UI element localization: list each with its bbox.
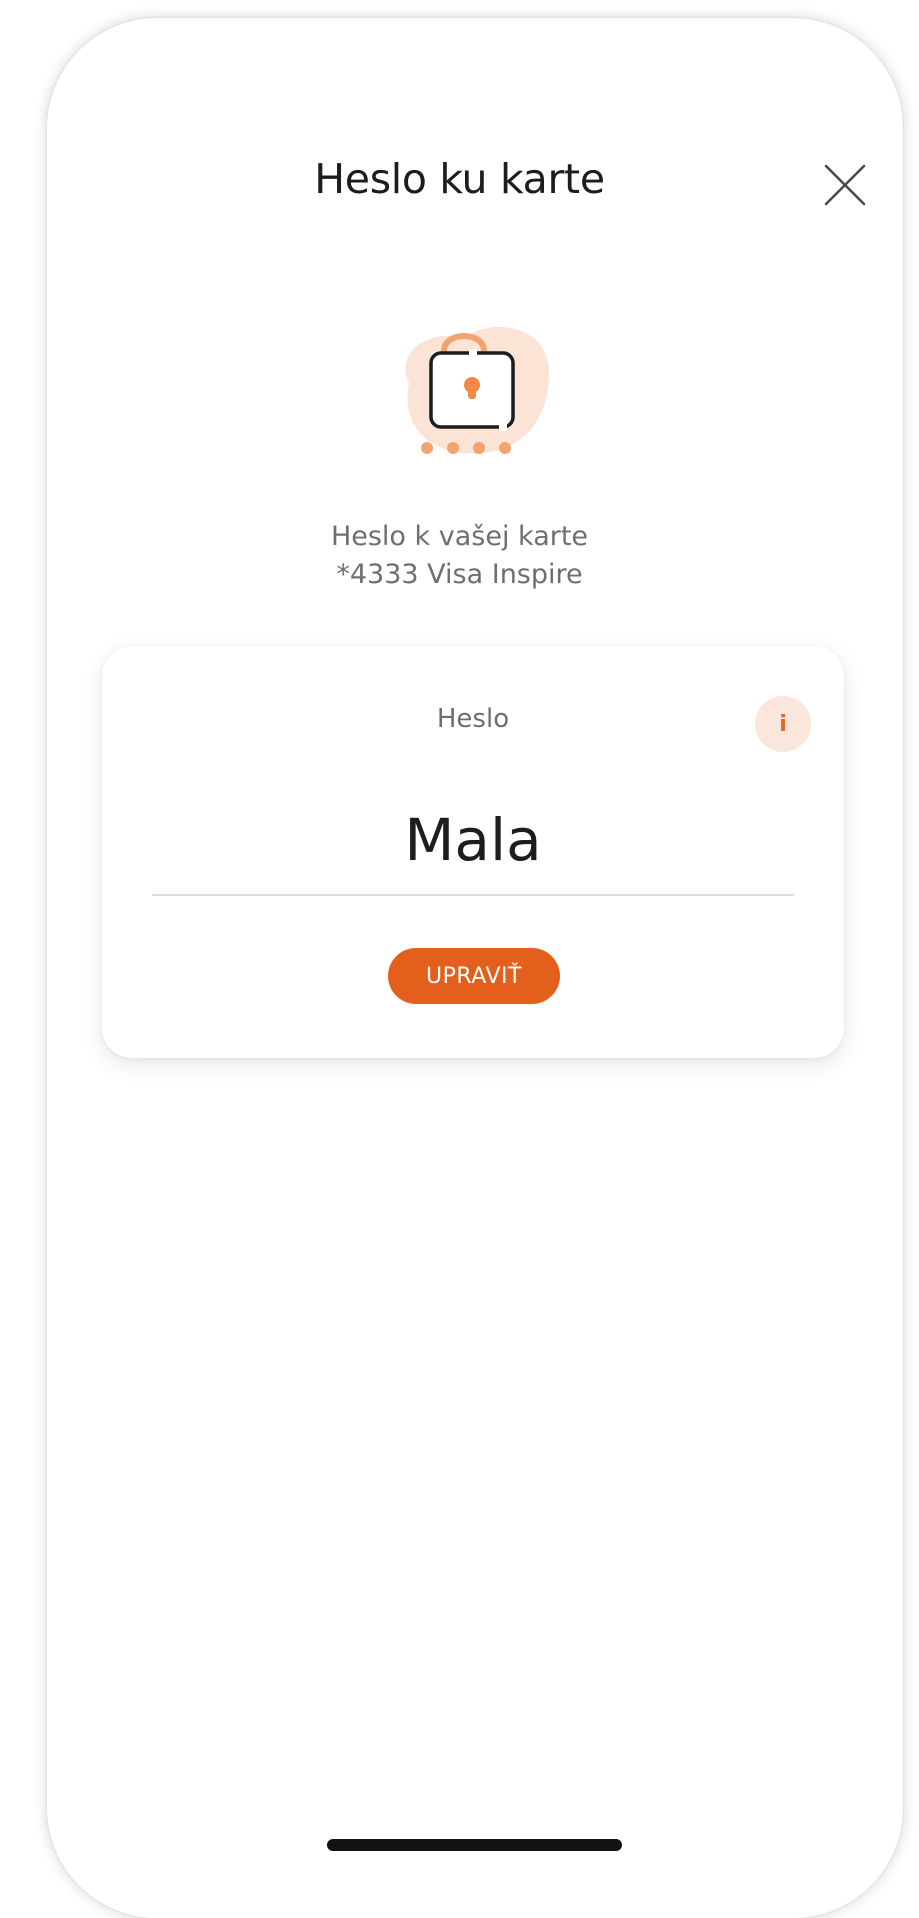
- info-icon: i: [779, 711, 787, 737]
- edit-button[interactable]: UPRAVIŤ: [388, 948, 560, 1004]
- info-button[interactable]: i: [755, 696, 811, 752]
- lock-icon: [405, 327, 549, 454]
- password-underline: [152, 894, 794, 896]
- home-indicator: [327, 1839, 622, 1851]
- password-value: Mala: [404, 806, 542, 874]
- card-description-line1: Heslo k vašej karte: [330, 521, 589, 552]
- card-description: Heslo k vašej karte *4333 Visa Inspire: [0, 518, 919, 594]
- password-label: Heslo: [436, 704, 510, 734]
- close-icon: [824, 164, 866, 206]
- card-description-line2: *4333 Visa Inspire: [336, 559, 583, 590]
- password-card: Heslo i Mala UPRAVIŤ: [102, 646, 844, 1058]
- page-title: Heslo ku karte: [314, 155, 605, 203]
- close-button[interactable]: [820, 160, 870, 210]
- lock-illustration: [389, 313, 559, 463]
